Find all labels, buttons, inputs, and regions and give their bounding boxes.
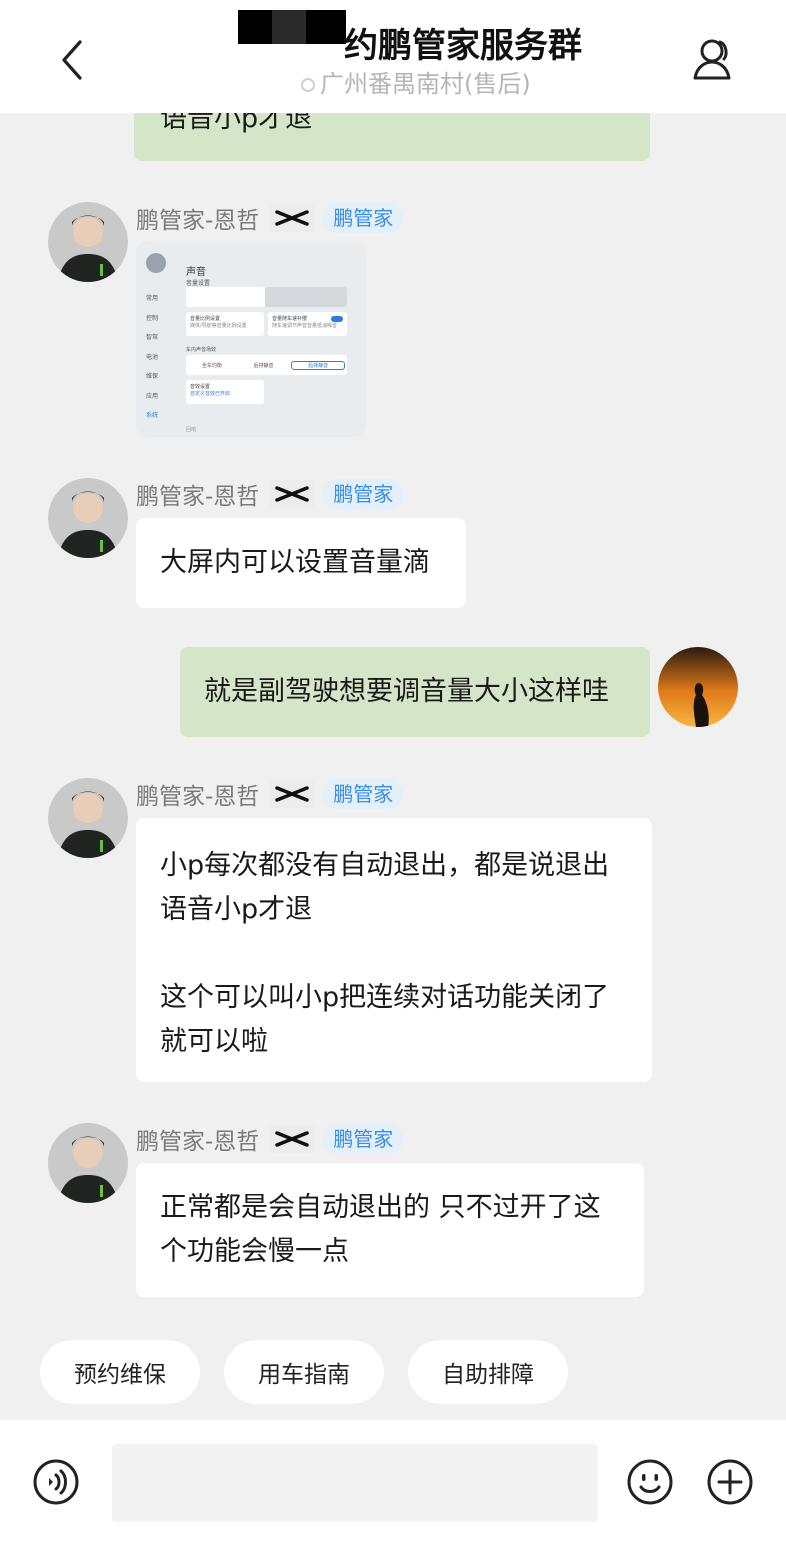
image-seg-item: 后排静音 xyxy=(253,362,274,369)
sender-name: 鹏管家-恩哲 xyxy=(136,208,260,234)
message-bubble[interactable]: 正常都是会自动退出的 只不过开了这 个功能会慢一点 xyxy=(136,1163,644,1297)
location-icon xyxy=(301,78,315,92)
image-nav-item: 电池 xyxy=(146,353,159,361)
image-card: 音效设置 自定义音效已开启 xyxy=(186,380,264,404)
message-bubble-self[interactable]: 语音小p才退 xyxy=(134,113,650,161)
message-text: 大屏内可以设置音量滴 xyxy=(160,547,430,578)
quick-action-troubleshoot[interactable]: 自助排障 xyxy=(408,1340,568,1404)
emoji-icon[interactable] xyxy=(626,1458,674,1506)
sender-name: 鹏管家-恩哲 xyxy=(136,484,260,510)
image-toggle xyxy=(331,316,343,322)
message-bubble[interactable]: 小p每次都没有自动退出，都是说退出 语音小p才退 这个可以叫小p把连续对话功能关… xyxy=(136,818,652,1082)
back-icon[interactable] xyxy=(54,36,94,84)
message-text: 语音小p才退 xyxy=(160,113,313,134)
sender-name: 鹏管家-恩哲 xyxy=(136,1129,260,1155)
sender-row: 鹏管家-恩哲 鹏管家 xyxy=(136,777,404,811)
image-nav-item: 系统 xyxy=(146,412,159,419)
role-tag: 鹏管家 xyxy=(323,779,404,809)
image-message[interactable]: 声音 音量设置 常用 控制 智驾 电池 维保 应用 系统 音量比例设置 媒体/导… xyxy=(136,241,366,437)
message-bubble-self[interactable]: 就是副驾驶想要调音量大小这样哇 xyxy=(180,647,650,737)
message-text: 小p每次都没有自动退出，都是说退出 语音小p才退 这个可以叫小p把连续对话功能关… xyxy=(160,850,610,1057)
image-slider xyxy=(186,287,265,307)
page-subtitle: 广州番禺南村(售后) xyxy=(300,64,531,99)
image-card-sub: 自定义音效已开启 xyxy=(190,391,231,397)
message-bubble[interactable]: 大屏内可以设置音量滴 xyxy=(136,518,466,608)
xpeng-logo-icon xyxy=(269,480,316,508)
image-bottom: 回响 xyxy=(186,427,197,433)
image-card: 音量比例设置 媒体/导航等音量比例设置 xyxy=(186,312,264,336)
xpeng-logo-icon xyxy=(269,1125,316,1153)
redaction xyxy=(238,10,272,44)
chat-area[interactable]: 语音小p才退 鹏管家-恩哲 鹏管家 声音 音量设置 常用 控制 智驾 电池 维保… xyxy=(0,113,786,1420)
avatar[interactable] xyxy=(48,778,128,858)
sender-row: 鹏管家-恩哲 鹏管家 xyxy=(136,1122,404,1156)
avatar[interactable] xyxy=(48,202,128,282)
image-nav-item: 常用 xyxy=(146,295,159,302)
settings-avatar-icon xyxy=(146,253,166,273)
chat-header: 约鹏管家服务群 广州番禺南村(售后) xyxy=(0,0,786,113)
role-tag: 鹏管家 xyxy=(323,479,404,509)
plus-icon[interactable] xyxy=(706,1458,754,1506)
image-section: 车内声音场效 xyxy=(186,347,217,353)
image-card-title: 音量比例设置 xyxy=(190,316,221,322)
avatar-self[interactable] xyxy=(658,647,738,727)
quick-action-maintenance[interactable]: 预约维保 xyxy=(40,1340,200,1404)
image-seg-item: 全车均衡 xyxy=(201,362,222,369)
image-seg-item: 后排静音 xyxy=(291,360,346,370)
role-tag: 鹏管家 xyxy=(323,1124,404,1154)
image-segmented: 全车均衡 后排静音 后排静音 xyxy=(186,355,347,375)
sender-name: 鹏管家-恩哲 xyxy=(136,784,260,810)
image-card-sub: 随车速调节声音音量抵消噪音 xyxy=(272,323,338,329)
image-card: 音量随车速补偿 随车速调节声音音量抵消噪音 xyxy=(268,312,347,336)
xpeng-logo-icon xyxy=(269,780,316,808)
image-title: 声音 xyxy=(186,267,206,278)
page-title: 约鹏管家服务群 xyxy=(344,26,582,66)
sender-row: 鹏管家-恩哲 鹏管家 xyxy=(136,201,404,235)
redaction xyxy=(272,10,306,44)
message-text: 就是副驾驶想要调音量大小这样哇 xyxy=(204,676,609,707)
role-tag: 鹏管家 xyxy=(323,203,404,233)
image-nav-item: 维保 xyxy=(146,373,159,380)
input-bar xyxy=(0,1420,786,1555)
image-nav-item: 控制 xyxy=(146,314,159,322)
avatar[interactable] xyxy=(48,478,128,558)
redaction xyxy=(306,10,346,44)
image-card-sub: 媒体/导航等音量比例设置 xyxy=(190,323,247,329)
image-slider-track xyxy=(265,287,347,307)
subtitle-text: 广州番禺南村(售后) xyxy=(320,70,531,98)
message-input[interactable] xyxy=(112,1444,598,1522)
avatar[interactable] xyxy=(48,1123,128,1203)
quick-action-guide[interactable]: 用车指南 xyxy=(224,1340,384,1404)
voice-icon[interactable] xyxy=(32,1458,80,1506)
image-label: 音量设置 xyxy=(186,280,211,287)
person-icon[interactable] xyxy=(690,36,738,84)
image-nav-item: 智驾 xyxy=(146,334,159,341)
message-text: 正常都是会自动退出的 只不过开了这 个功能会慢一点 xyxy=(160,1192,601,1267)
sender-row: 鹏管家-恩哲 鹏管家 xyxy=(136,477,404,511)
image-card-title: 音效设置 xyxy=(190,384,211,390)
xpeng-logo-icon xyxy=(269,204,316,232)
image-nav-item: 应用 xyxy=(146,392,159,400)
image-nav: 常用 控制 智驾 电池 维保 应用 系统 xyxy=(146,289,182,426)
